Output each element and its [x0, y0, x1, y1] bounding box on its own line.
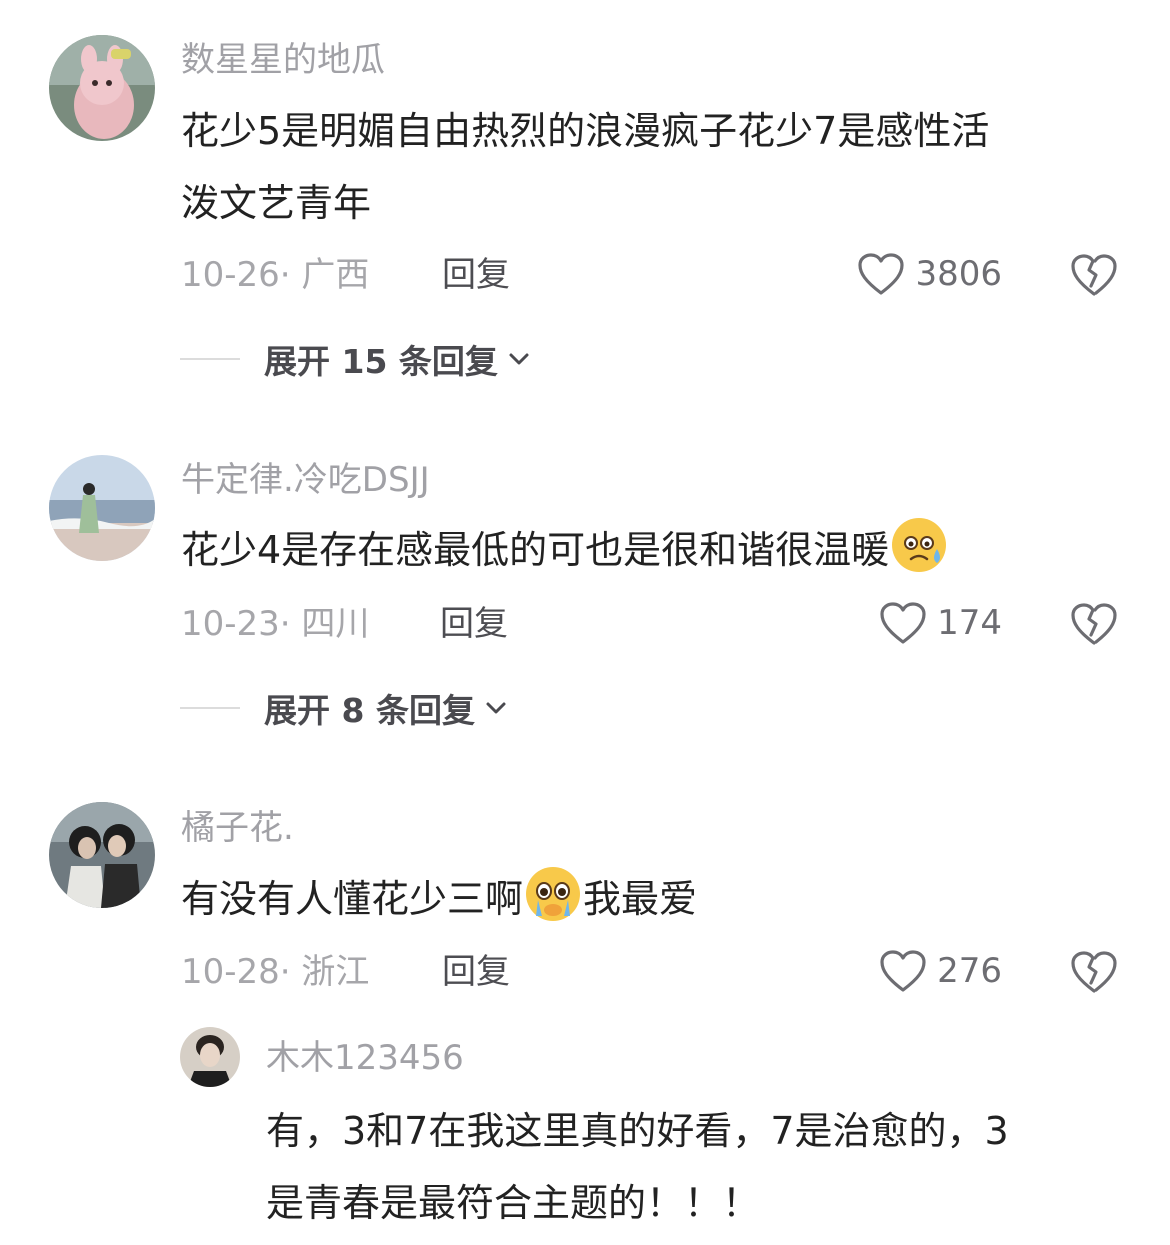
comment-meta: 10-26· 广西 [181, 255, 369, 295]
like-button[interactable]: 174 [879, 601, 1002, 645]
like-count: 276 [937, 951, 1002, 991]
avatar[interactable] [49, 455, 155, 561]
broken-heart-icon[interactable] [1070, 601, 1118, 647]
meta-separator: · [279, 952, 291, 992]
reply-button[interactable]: 回复 [440, 604, 508, 644]
divider-line [180, 358, 240, 360]
reply-button[interactable]: 回复 [442, 952, 510, 992]
comment-text-line: 花少4是存在感最低的可也是很和谐很温暖 [181, 528, 890, 572]
heart-icon [880, 950, 926, 992]
username[interactable]: 数星星的地瓜 [181, 40, 385, 80]
crying-face-emoji [526, 867, 581, 921]
broken-heart-icon[interactable] [1070, 252, 1118, 298]
comment-text-line: 泼文艺青年 [181, 181, 372, 225]
avatar[interactable] [49, 802, 155, 908]
comment-text: 花少4是存在感最低的可也是很和谐很温暖 [181, 514, 1121, 586]
like-count: 3806 [915, 254, 1002, 294]
expand-replies[interactable]: 展开 8 条回复 [180, 684, 509, 732]
comment-text-line: 有没有人懂花少三啊 [181, 877, 524, 921]
comment-date: 10-23 [181, 604, 280, 644]
comment-date: 10-28 [181, 952, 280, 992]
comment-location: 广西 [301, 255, 370, 295]
comment-text-line: 是青春是最符合主题的！！！ [266, 1181, 761, 1225]
comment-text-line: 有，3和7在我这里真的好看，7是治愈的，3 [266, 1109, 1009, 1153]
sweat-smile-emoji [892, 518, 947, 572]
comment-meta: 10-28· 浙江 [181, 952, 369, 992]
comment-meta: 10-23· 四川 [181, 604, 369, 644]
meta-separator: · [279, 255, 291, 295]
chevron-down-icon [486, 702, 506, 714]
comment-text: 有没有人懂花少三啊 我最爱 [181, 863, 1121, 935]
expand-replies[interactable]: 展开 15 条回复 [180, 335, 532, 383]
expand-replies-label: 展开 8 条回复 [264, 691, 475, 730]
expand-replies-label: 展开 15 条回复 [264, 342, 498, 381]
meta-separator: · [279, 604, 291, 644]
broken-heart-icon[interactable] [1070, 949, 1118, 995]
avatar[interactable] [49, 35, 155, 141]
username[interactable]: 木木123456 [266, 1038, 464, 1078]
heart-icon [858, 253, 905, 295]
comment-text-line: 花少5是明媚自由热烈的浪漫疯子花少7是感性活 [181, 109, 990, 153]
comment-text: 花少5是明媚自由热烈的浪漫疯子花少7是感性活 泼文艺青年 [181, 95, 1121, 239]
comment-location: 浙江 [301, 952, 370, 992]
divider-line [180, 707, 240, 709]
chevron-down-icon [509, 353, 529, 365]
comment-text-line: 我最爱 [583, 877, 698, 921]
heart-icon [880, 602, 926, 644]
like-button[interactable]: 276 [879, 949, 1002, 993]
like-button[interactable]: 3806 [857, 252, 1002, 296]
reply-text: 有，3和7在我这里真的好看，7是治愈的，3 是青春是最符合主题的！！！ [266, 1095, 1136, 1239]
comment-date: 10-26 [181, 255, 280, 295]
username[interactable]: 橘子花. [181, 808, 294, 848]
comment-location: 四川 [301, 604, 370, 644]
like-count: 174 [937, 603, 1002, 643]
username[interactable]: 牛定律.冷吃DSJJ [181, 460, 430, 500]
avatar[interactable] [180, 1027, 240, 1087]
reply-button[interactable]: 回复 [442, 255, 510, 295]
